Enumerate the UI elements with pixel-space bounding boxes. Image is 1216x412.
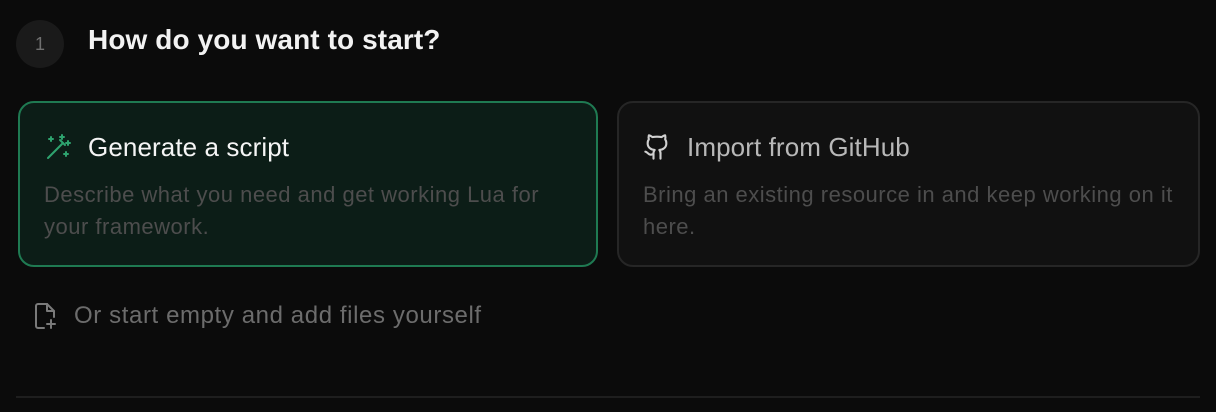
magic-wand-icon [44,133,72,161]
option-title: Generate a script [88,131,290,162]
github-icon [643,133,671,161]
option-description: Describe what you need and get working L… [44,182,540,239]
option-card-import-github[interactable]: Import from GitHub Bring an existing res… [617,101,1200,267]
option-card-generate-script[interactable]: Generate a script Describe what you need… [18,101,598,267]
create-resource-page: 1 How do you want to start? Generate a s… [0,0,1216,412]
step-title: How do you want to start? [88,24,441,55]
file-plus-icon [32,301,58,331]
step-number-badge: 1 [16,20,64,68]
section-divider [16,396,1200,398]
start-empty-label: Or start empty and add files yourself [74,302,482,329]
card-header: Generate a script [44,132,572,162]
card-header: Import from GitHub [643,132,1174,162]
step-header: 1 How do you want to start? [16,20,441,68]
start-empty-link[interactable]: Or start empty and add files yourself [32,298,482,334]
option-title: Import from GitHub [687,131,910,162]
option-description: Bring an existing resource in and keep w… [643,182,1173,239]
